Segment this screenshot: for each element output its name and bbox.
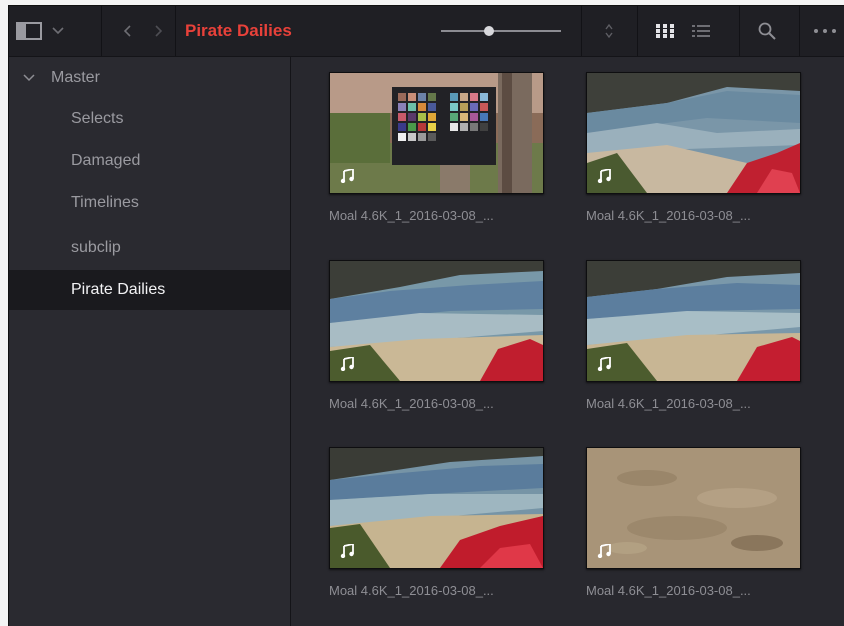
clip-thumbnail[interactable] — [329, 447, 544, 569]
media-pool-panel: Pirate Dailies Master Selects Damaged Ti… — [8, 5, 844, 626]
audio-note-icon — [597, 357, 611, 371]
clip-name: Moal 4.6K_1_2016-03-08_... — [329, 208, 494, 223]
toggle-bin-list-button[interactable] — [9, 6, 71, 56]
bin-label: Selects — [71, 110, 124, 127]
beach-icon — [330, 261, 543, 381]
grid-view-icon — [656, 24, 674, 38]
thumbnail-view-button[interactable] — [651, 6, 679, 56]
clip-thumbnail[interactable] — [586, 260, 801, 382]
chevron-down-icon — [52, 27, 64, 35]
clip-thumbnail[interactable] — [586, 447, 801, 569]
clip-thumbnail[interactable] — [586, 72, 801, 194]
bin-pirate-dailies[interactable]: Pirate Dailies — [9, 270, 290, 310]
bin-selects[interactable]: Selects — [9, 100, 290, 138]
audio-note-icon — [597, 169, 611, 183]
clip-name: Moal 4.6K_1_2016-03-08_... — [329, 583, 494, 598]
bin-timelines[interactable]: Timelines — [9, 184, 290, 222]
bin-label: Pirate Dailies — [71, 281, 166, 298]
search-button[interactable] — [755, 6, 779, 56]
thumbnail-zoom-slider[interactable] — [441, 26, 561, 36]
bin-subclip[interactable]: subclip — [9, 229, 290, 267]
audio-note-icon — [340, 169, 354, 183]
clip-name: Moal 4.6K_1_2016-03-08_... — [586, 208, 751, 223]
bin-label: Master — [51, 69, 100, 86]
sand-icon — [587, 448, 800, 568]
audio-note-icon — [340, 544, 354, 558]
search-icon — [758, 22, 776, 40]
sort-button[interactable] — [597, 6, 621, 56]
chevron-left-icon — [123, 25, 131, 37]
audio-note-icon — [340, 357, 354, 371]
chevron-down-icon — [23, 74, 35, 82]
bin-master[interactable]: Master — [9, 59, 290, 97]
sort-icon — [605, 23, 613, 39]
beach-icon — [587, 261, 800, 381]
sidebar-panel-icon — [16, 22, 42, 40]
clip-thumbnail[interactable] — [329, 260, 544, 382]
clip-name: Moal 4.6K_1_2016-03-08_... — [586, 396, 751, 411]
more-options-icon — [814, 29, 836, 33]
audio-note-icon — [597, 544, 611, 558]
bin-damaged[interactable]: Damaged — [9, 142, 290, 180]
list-view-button[interactable] — [687, 6, 715, 56]
breadcrumb-current-bin[interactable]: Pirate Dailies — [185, 6, 292, 56]
list-view-icon — [692, 25, 710, 37]
bin-label: Timelines — [71, 194, 139, 211]
back-button[interactable] — [117, 6, 137, 56]
chevron-right-icon — [155, 25, 163, 37]
toolbar: Pirate Dailies — [9, 6, 844, 57]
bin-list-sidebar: Master Selects Damaged Timelines subclip… — [9, 57, 291, 626]
bin-label: Damaged — [71, 152, 141, 169]
beach-icon — [587, 73, 800, 193]
bin-label: subclip — [71, 239, 121, 256]
clip-name: Moal 4.6K_1_2016-03-08_... — [586, 583, 751, 598]
slider-handle[interactable] — [484, 26, 494, 36]
clip-name: Moal 4.6K_1_2016-03-08_... — [329, 396, 494, 411]
forward-button[interactable] — [149, 6, 169, 56]
beach-icon — [330, 448, 543, 568]
color-chart-icon — [330, 73, 543, 193]
options-menu-button[interactable] — [809, 6, 841, 56]
clip-thumbnail[interactable] — [329, 72, 544, 194]
clip-thumbnail-grid: Moal 4.6K_1_2016-03-08_... Moal 4.6K_1_2… — [291, 57, 844, 626]
